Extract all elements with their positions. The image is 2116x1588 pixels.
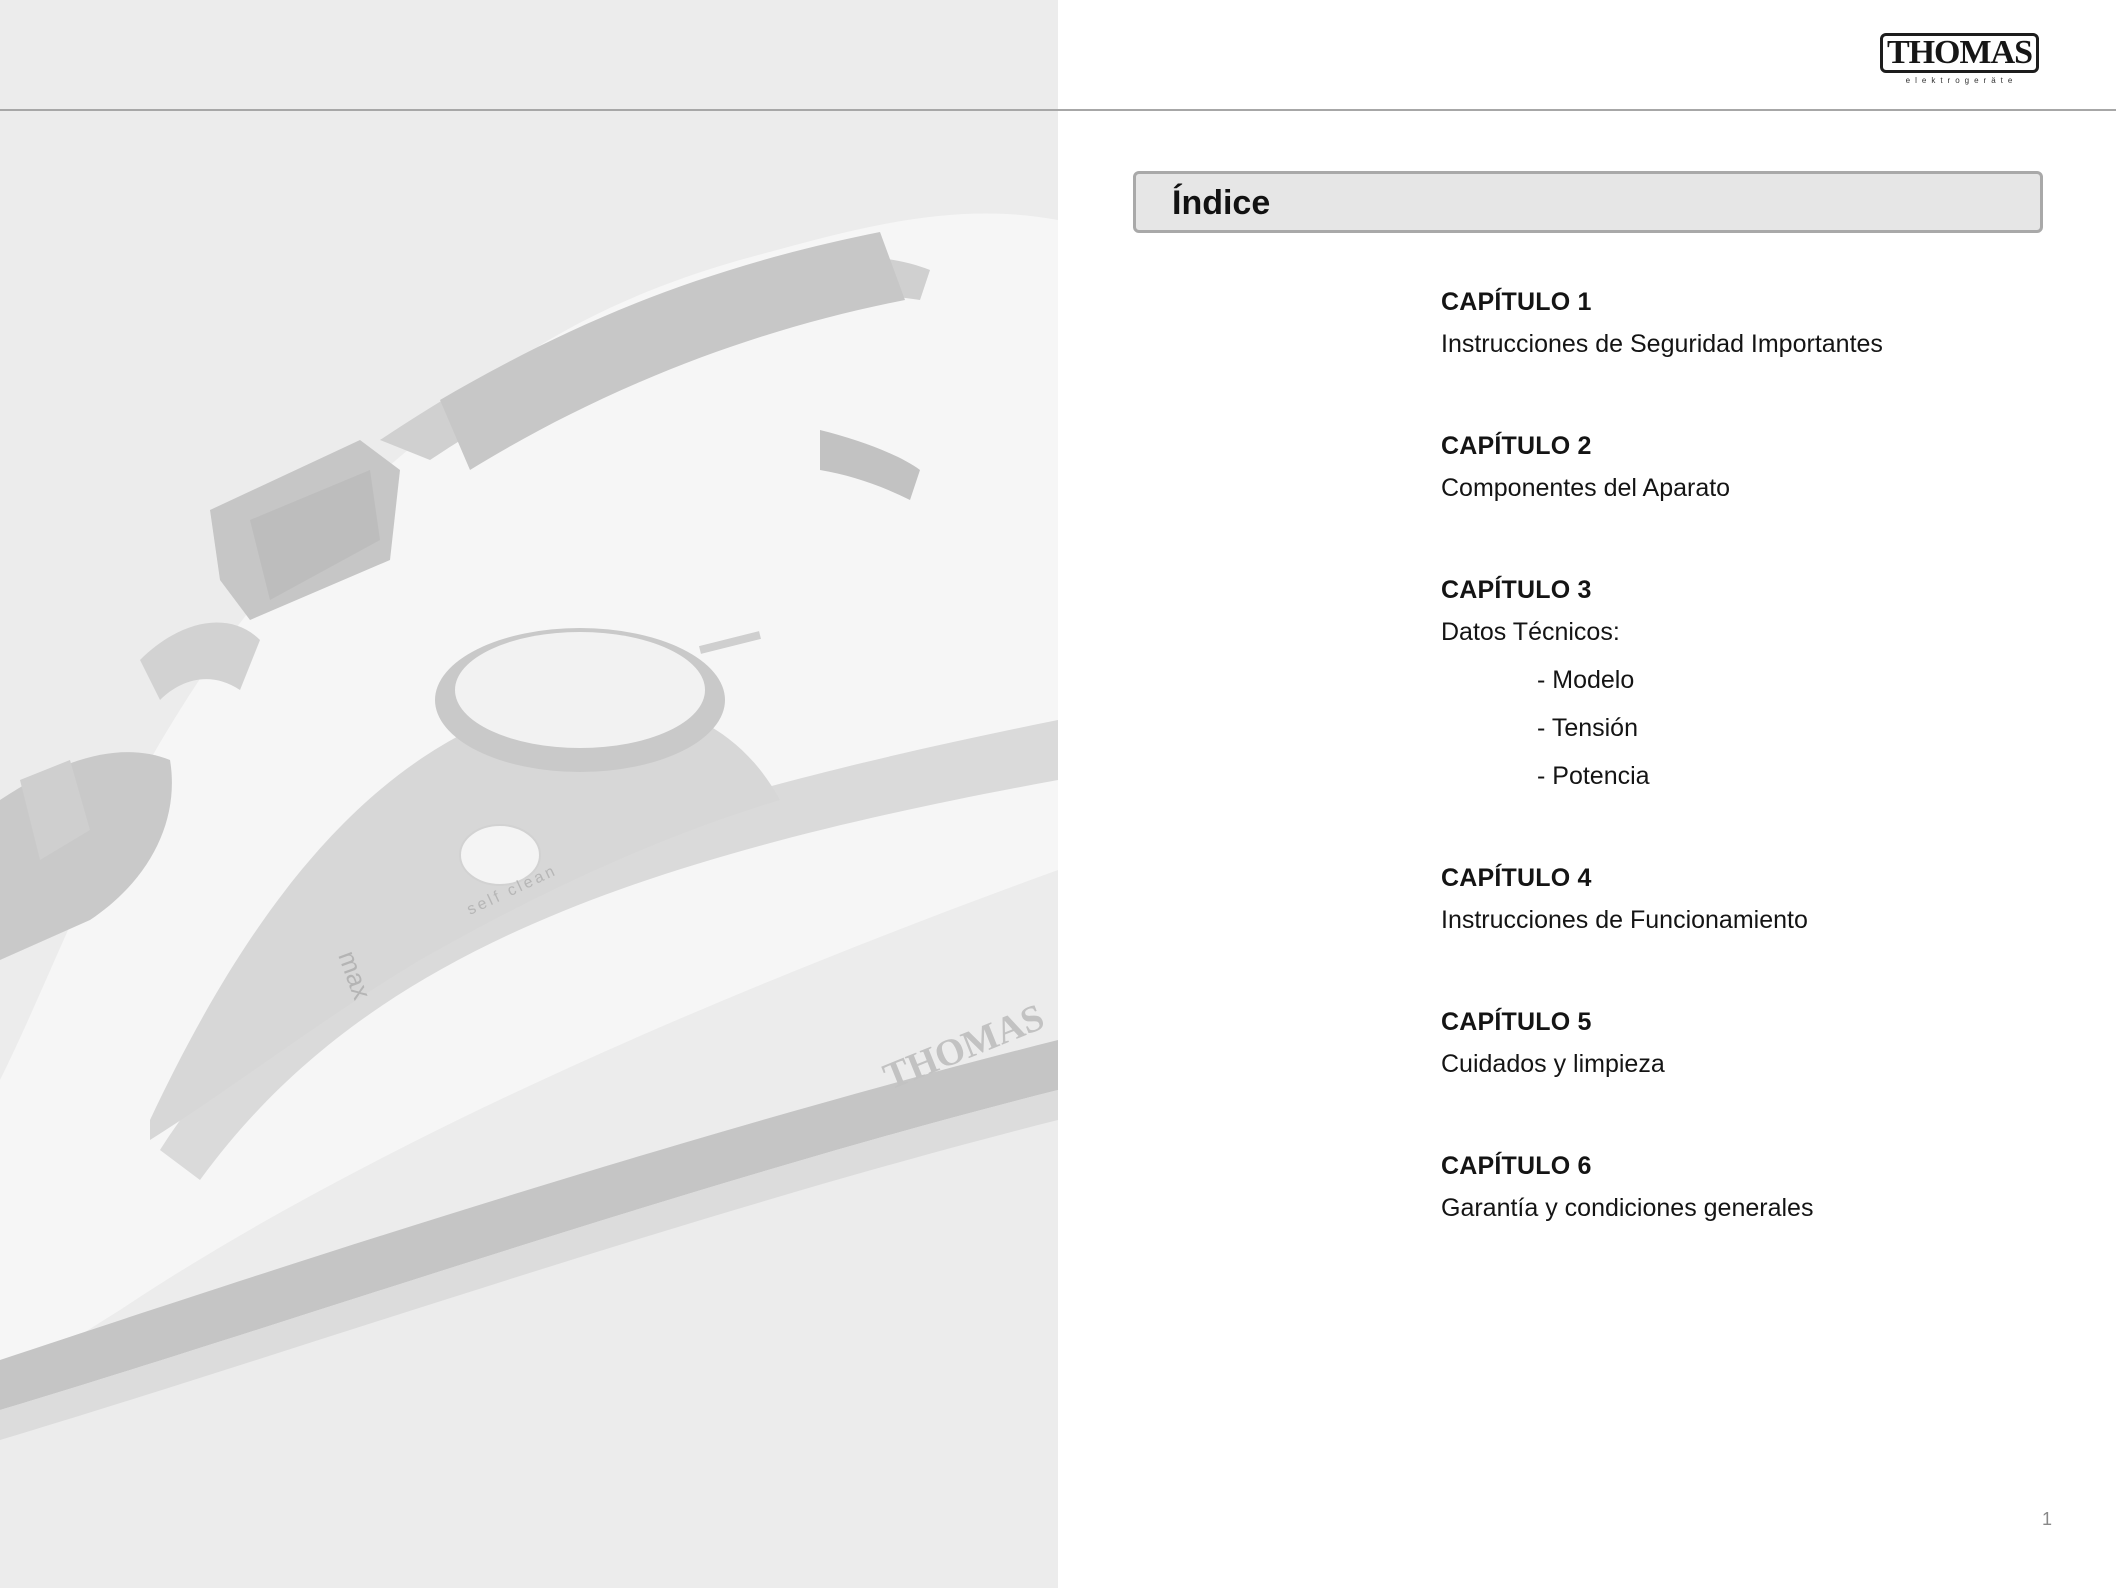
- header-rule: [0, 109, 2116, 111]
- thomas-logo: THOMAS elektrogeräte: [1880, 33, 2045, 91]
- chapter-label: CAPÍTULO 5: [1441, 1008, 1592, 1036]
- chapter-subitem-power: - Potencia: [1537, 762, 1650, 790]
- chapter-title: Instrucciones de Seguridad Importantes: [1441, 330, 1883, 358]
- chapter-title: Instrucciones de Funcionamiento: [1441, 906, 1808, 934]
- toc-chapter-1[interactable]: CAPÍTULO 1 Instrucciones de Seguridad Im…: [1441, 284, 2041, 428]
- toc-chapter-2[interactable]: CAPÍTULO 2 Componentes del Aparato: [1441, 428, 2041, 572]
- chapter-label: CAPÍTULO 1: [1441, 288, 1592, 316]
- iron-illustration-panel: self clean max THOMAS: [0, 0, 1058, 1588]
- logo-wordmark: THOMAS: [1886, 34, 2033, 71]
- chapter-title: Datos Técnicos:: [1441, 618, 1620, 646]
- manual-page: self clean max THOMAS THOMAS elektrogerä…: [0, 0, 2116, 1588]
- table-of-contents: CAPÍTULO 1 Instrucciones de Seguridad Im…: [1441, 284, 2041, 1292]
- toc-chapter-3[interactable]: CAPÍTULO 3 Datos Técnicos: - Modelo - Te…: [1441, 572, 2041, 860]
- toc-chapter-4[interactable]: CAPÍTULO 4 Instrucciones de Funcionamien…: [1441, 860, 2041, 1004]
- toc-chapter-5[interactable]: CAPÍTULO 5 Cuidados y limpieza: [1441, 1004, 2041, 1148]
- logo-tagline: elektrogeräte: [1905, 76, 2018, 85]
- chapter-label: CAPÍTULO 3: [1441, 576, 1592, 604]
- chapter-subitem-voltage: - Tensión: [1537, 714, 1638, 742]
- chapter-title: Componentes del Aparato: [1441, 474, 1731, 502]
- chapter-label: CAPÍTULO 4: [1441, 864, 1592, 892]
- chapter-title: Cuidados y limpieza: [1441, 1050, 1665, 1078]
- index-heading-bar: Índice: [1133, 171, 2043, 233]
- toc-chapter-6[interactable]: CAPÍTULO 6 Garantía y condiciones genera…: [1441, 1148, 2041, 1292]
- chapter-subitem-model: - Modelo: [1537, 666, 1635, 694]
- chapter-label: CAPÍTULO 6: [1441, 1152, 1592, 1180]
- index-title: Índice: [1172, 184, 1271, 222]
- page-number: 1: [2042, 1509, 2053, 1529]
- chapter-title: Garantía y condiciones generales: [1441, 1194, 1814, 1222]
- chapter-label: CAPÍTULO 2: [1441, 432, 1592, 460]
- steam-iron-illustration: self clean max THOMAS: [0, 213, 1058, 1440]
